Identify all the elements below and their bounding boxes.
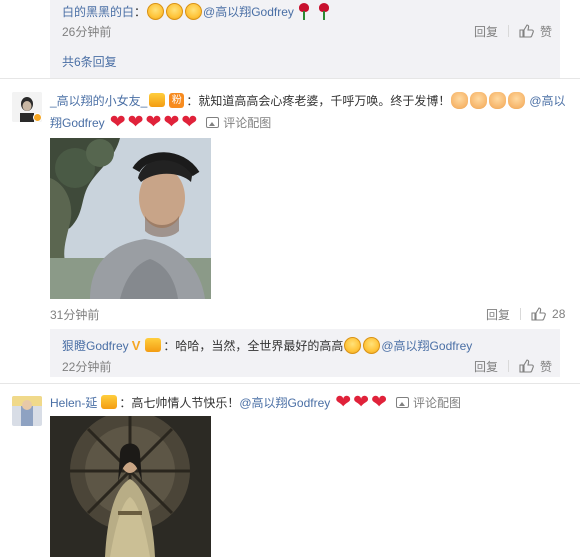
reply-top-time: 26分钟前	[62, 24, 112, 39]
victory-hand-icon	[489, 91, 507, 109]
comment1-reply-mention[interactable]: @高以翔Godfrey	[381, 337, 472, 354]
fan-badge: 粉	[169, 92, 185, 108]
image-icon	[206, 116, 220, 128]
heart-icon: ❤	[353, 391, 370, 413]
victory-hand-icon	[508, 91, 526, 109]
comment1-reply-button[interactable]: 回复	[486, 306, 510, 323]
total-replies-link[interactable]: 共6条回复	[62, 52, 117, 70]
reply-top-actions: 回复 赞	[474, 22, 552, 40]
comment2-text: ：高七帅情人节快乐！	[119, 395, 240, 410]
comment1-reply-actions: 回复 赞	[474, 357, 552, 375]
heart-icon: ❤	[371, 391, 388, 413]
comment2-line1: Helen-延 ：高七帅情人节快乐！ @高以翔Godfrey ❤ ❤ ❤ 评论配…	[50, 392, 461, 412]
laugh-emoji-icon	[344, 336, 362, 354]
comment1-username[interactable]: _高以翔的小女友_	[50, 92, 147, 109]
comment2-username[interactable]: Helen-延	[50, 394, 97, 411]
heart-icon: ❤	[109, 111, 126, 133]
comment1-reply-time: 22分钟前	[62, 359, 112, 374]
heart-icon: ❤	[335, 391, 352, 413]
rose-icon	[298, 2, 310, 20]
comment1-actions: 回复 28	[486, 305, 565, 323]
vip-badge-icon	[101, 395, 118, 409]
reply-top-colon: ：	[134, 4, 147, 19]
laugh-emoji-icon	[363, 336, 381, 354]
victory-hand-icon	[451, 91, 469, 109]
comment1-time: 31分钟前	[50, 307, 100, 322]
reply-top-mention[interactable]: @高以翔Godfrey	[203, 3, 294, 20]
divider	[508, 25, 510, 37]
laugh-emoji-icon	[185, 2, 203, 20]
reply-top-reply-button[interactable]: 回复	[474, 23, 498, 40]
heart-icon: ❤	[181, 111, 198, 133]
comment1-line2: 翔Godfrey ❤ ❤ ❤ ❤ ❤ 评论配图	[50, 112, 271, 132]
laugh-emoji-icon	[166, 2, 184, 20]
comment1-reply-reply-button[interactable]: 回复	[474, 358, 498, 375]
reply-top-content: 白的黑黑的白 ： @高以翔Godfrey	[62, 1, 334, 21]
victory-hand-icon	[470, 91, 488, 109]
comment1-reply-content: 狠瞪Godfrey V ：哈哈，当然，全世界最好的高高 @高以翔Godfrey	[62, 335, 472, 355]
reply-top-like-label[interactable]: 赞	[540, 23, 552, 40]
divider	[508, 360, 510, 372]
verified-badge-icon	[33, 113, 42, 122]
heart-icon: ❤	[145, 111, 162, 133]
heart-icon: ❤	[163, 111, 180, 133]
image-icon	[396, 396, 410, 408]
rose-icon	[318, 2, 330, 20]
comment1-view-image-link[interactable]: 评论配图	[223, 114, 271, 131]
comment1-reply-username[interactable]: 狠瞪Godfrey	[62, 337, 129, 354]
thumbs-up-icon[interactable]	[531, 307, 546, 321]
comment1-mention-part1[interactable]: @高以	[529, 92, 565, 109]
comment1-like-count[interactable]: 28	[552, 307, 565, 321]
thumbs-up-icon[interactable]	[519, 24, 534, 38]
verified-v-icon: V	[131, 337, 141, 353]
divider	[0, 78, 580, 79]
comment1-text: ：就知道高高会心疼老婆，千呼万唤。终于发博！	[186, 93, 451, 108]
vip-badge-icon	[145, 338, 162, 352]
comment1-image[interactable]	[50, 138, 211, 299]
comment1-reply-text: ：哈哈，当然，全世界最好的高高	[163, 338, 344, 353]
vip-badge-icon	[149, 93, 166, 107]
divider	[0, 383, 580, 384]
comment1-reply-like-label[interactable]: 赞	[540, 358, 552, 375]
comment2-mention[interactable]: @高以翔Godfrey	[239, 394, 330, 411]
laugh-emoji-icon	[147, 2, 165, 20]
thumbs-up-icon[interactable]	[519, 359, 534, 373]
avatar[interactable]	[12, 396, 42, 426]
reply-top-username[interactable]: 白的黑黑的白	[62, 3, 134, 20]
avatar[interactable]	[12, 92, 42, 122]
divider	[520, 308, 522, 320]
heart-icon: ❤	[127, 111, 144, 133]
comment1-line1: _高以翔的小女友_ 粉 ：就知道高高会心疼老婆，千呼万唤。终于发博！ @高以	[50, 90, 566, 110]
comment2-view-image-link[interactable]: 评论配图	[413, 394, 461, 411]
comment2-image[interactable]	[50, 416, 211, 557]
comment1-mention-part2[interactable]: 翔Godfrey	[50, 114, 105, 131]
